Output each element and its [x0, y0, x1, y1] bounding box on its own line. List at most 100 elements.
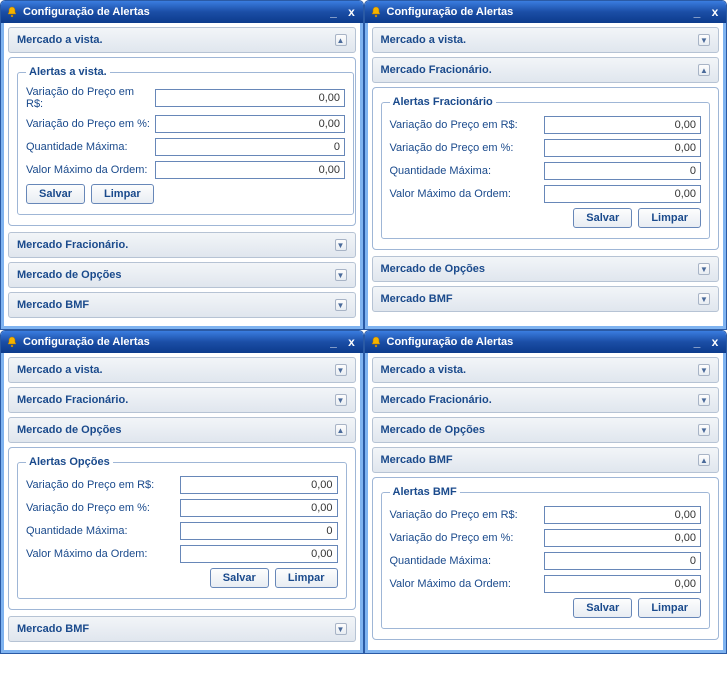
label-val-max: Valor Máximo da Ordem:: [390, 188, 540, 200]
fieldset-opcoes: Alertas Opções Variação do Preço em R$: …: [17, 456, 347, 599]
section-header-bmf[interactable]: Mercado BMF ▼: [372, 286, 720, 312]
legend-vista: Alertas a vista.: [26, 66, 110, 78]
window-body: Mercado a vista. ▲ Alertas a vista. Vari…: [1, 23, 363, 329]
save-button[interactable]: Salvar: [573, 598, 632, 618]
save-button[interactable]: Salvar: [573, 208, 632, 228]
clear-button[interactable]: Limpar: [638, 208, 701, 228]
input-var-pct[interactable]: [544, 139, 702, 157]
input-qtd-max[interactable]: [544, 552, 702, 570]
section-header-bmf[interactable]: Mercado BMF ▼: [8, 292, 356, 318]
window-body: Mercado a vista. ▼ Mercado Fracionário. …: [365, 353, 727, 653]
section-header-fracionario[interactable]: Mercado Fracionário. ▲: [372, 57, 720, 83]
chevron-down-icon: ▼: [335, 269, 347, 281]
minimize-icon[interactable]: _: [327, 335, 341, 349]
chevron-down-icon: ▼: [335, 239, 347, 251]
label-qtd-max: Quantidade Máxima:: [26, 141, 151, 153]
section-label: Mercado de Opções: [17, 424, 122, 436]
input-val-max[interactable]: [544, 185, 702, 203]
section-header-bmf[interactable]: Mercado BMF ▼: [8, 616, 356, 642]
label-var-pct: Variação do Preço em %:: [390, 142, 540, 154]
panel-opcoes: Alertas Opções Variação do Preço em R$: …: [8, 447, 356, 610]
section-header-vista[interactable]: Mercado a vista. ▼: [8, 357, 356, 383]
chevron-down-icon: ▼: [335, 394, 347, 406]
section-label: Mercado a vista.: [381, 34, 467, 46]
section-header-opcoes[interactable]: Mercado de Opções ▲: [8, 417, 356, 443]
section-label: Mercado a vista.: [381, 364, 467, 376]
minimize-icon[interactable]: _: [690, 5, 704, 19]
titlebar[interactable]: Configuração de Alertas _ x: [365, 1, 727, 23]
window-title: Configuração de Alertas: [23, 6, 323, 18]
input-val-max[interactable]: [155, 161, 345, 179]
window-body: Mercado a vista. ▼ Mercado Fracionário. …: [365, 23, 727, 329]
input-var-rs[interactable]: [155, 89, 345, 107]
legend-opcoes: Alertas Opções: [26, 456, 113, 468]
section-header-opcoes[interactable]: Mercado de Opções ▼: [372, 256, 720, 282]
label-var-pct: Variação do Preço em %:: [390, 532, 540, 544]
label-qtd-max: Quantidade Máxima:: [390, 555, 540, 567]
input-var-pct[interactable]: [544, 529, 702, 547]
label-var-pct: Variação do Preço em %:: [26, 502, 176, 514]
label-val-max: Valor Máximo da Ordem:: [390, 578, 540, 590]
section-header-fracionario[interactable]: Mercado Fracionário. ▼: [8, 232, 356, 258]
bell-icon: [369, 5, 383, 19]
label-qtd-max: Quantidade Máxima:: [26, 525, 176, 537]
clear-button[interactable]: Limpar: [275, 568, 338, 588]
input-val-max[interactable]: [180, 545, 338, 563]
section-header-opcoes[interactable]: Mercado de Opções ▼: [8, 262, 356, 288]
fieldset-fracionario: Alertas Fracionário Variação do Preço em…: [381, 96, 711, 239]
section-label: Mercado Fracionário.: [381, 394, 492, 406]
section-header-bmf[interactable]: Mercado BMF ▲: [372, 447, 720, 473]
section-label: Mercado a vista.: [17, 364, 103, 376]
section-header-vista[interactable]: Mercado a vista. ▼: [372, 27, 720, 53]
window-title: Configuração de Alertas: [387, 6, 687, 18]
section-header-vista[interactable]: Mercado a vista. ▼: [372, 357, 720, 383]
section-label: Mercado Fracionário.: [381, 64, 492, 76]
section-header-fracionario[interactable]: Mercado Fracionário. ▼: [8, 387, 356, 413]
input-var-pct[interactable]: [180, 499, 338, 517]
clear-button[interactable]: Limpar: [91, 184, 154, 204]
label-var-rs: Variação do Preço em R$:: [390, 509, 540, 521]
minimize-icon[interactable]: _: [690, 335, 704, 349]
clear-button[interactable]: Limpar: [638, 598, 701, 618]
close-icon[interactable]: x: [708, 5, 722, 19]
input-var-rs[interactable]: [544, 506, 702, 524]
legend-bmf: Alertas BMF: [390, 486, 460, 498]
fieldset-vista: Alertas a vista. Variação do Preço em R$…: [17, 66, 354, 215]
close-icon[interactable]: x: [708, 335, 722, 349]
section-header-opcoes[interactable]: Mercado de Opções ▼: [372, 417, 720, 443]
bell-icon: [5, 5, 19, 19]
input-val-max[interactable]: [544, 575, 702, 593]
fieldset-bmf: Alertas BMF Variação do Preço em R$: Var…: [381, 486, 711, 629]
window-body: Mercado a vista. ▼ Mercado Fracionário. …: [1, 353, 363, 653]
window-alerts-vista: Configuração de Alertas _ x Mercado a vi…: [0, 0, 364, 330]
close-icon[interactable]: x: [345, 335, 359, 349]
titlebar[interactable]: Configuração de Alertas _ x: [1, 331, 363, 353]
close-icon[interactable]: x: [345, 5, 359, 19]
window-alerts-fracionario: Configuração de Alertas _ x Mercado a vi…: [364, 0, 727, 330]
save-button[interactable]: Salvar: [26, 184, 85, 204]
input-var-rs[interactable]: [180, 476, 338, 494]
input-var-rs[interactable]: [544, 116, 702, 134]
input-var-pct[interactable]: [155, 115, 345, 133]
section-header-fracionario[interactable]: Mercado Fracionário. ▼: [372, 387, 720, 413]
section-header-vista[interactable]: Mercado a vista. ▲: [8, 27, 356, 53]
titlebar[interactable]: Configuração de Alertas _ x: [365, 331, 727, 353]
input-qtd-max[interactable]: [180, 522, 338, 540]
section-label: Mercado de Opções: [381, 263, 486, 275]
section-label: Mercado BMF: [381, 454, 453, 466]
input-qtd-max[interactable]: [544, 162, 702, 180]
chevron-up-icon: ▲: [335, 34, 347, 46]
chevron-down-icon: ▼: [698, 263, 710, 275]
input-qtd-max[interactable]: [155, 138, 345, 156]
label-var-rs: Variação do Preço em R$:: [390, 119, 540, 131]
section-label: Mercado a vista.: [17, 34, 103, 46]
save-button[interactable]: Salvar: [210, 568, 269, 588]
chevron-down-icon: ▼: [335, 299, 347, 311]
panel-vista: Alertas a vista. Variação do Preço em R$…: [8, 57, 356, 226]
chevron-down-icon: ▼: [698, 424, 710, 436]
titlebar[interactable]: Configuração de Alertas _ x: [1, 1, 363, 23]
section-label: Mercado BMF: [17, 623, 89, 635]
window-title: Configuração de Alertas: [23, 336, 323, 348]
panel-fracionario: Alertas Fracionário Variação do Preço em…: [372, 87, 720, 250]
minimize-icon[interactable]: _: [327, 5, 341, 19]
